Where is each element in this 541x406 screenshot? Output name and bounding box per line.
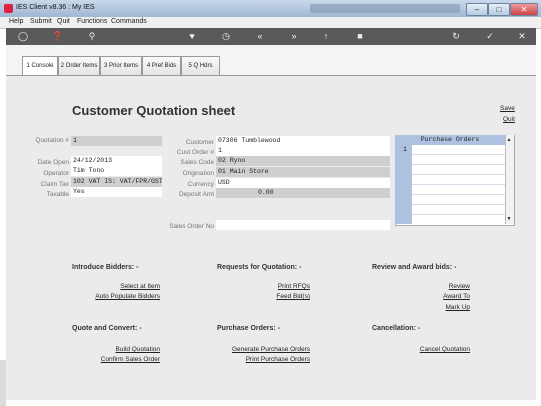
row-divider: [412, 174, 505, 175]
date-open-label: Date Open: [37, 159, 69, 166]
scroll-up-icon[interactable]: ▲: [505, 137, 513, 143]
section-review-award: Review and Award bids: -: [372, 264, 457, 271]
section-requests-for-quotation: Requests for Quotation: -: [217, 264, 302, 271]
claim-tax-label: Claim Tax: [40, 181, 69, 188]
date-open-field[interactable]: 24/12/2013: [71, 156, 162, 166]
row-divider: [412, 194, 505, 195]
list-scrollbar[interactable]: [505, 135, 514, 224]
cust-order-field[interactable]: 1: [216, 146, 390, 156]
help-icon[interactable]: ❓: [52, 31, 64, 42]
origination-label: Origination: [182, 170, 214, 177]
section-purchase-orders: Purchase Orders: -: [217, 325, 281, 332]
deposit-field[interactable]: 0.00: [216, 188, 390, 198]
menu-commands[interactable]: Commands: [111, 18, 147, 25]
sales-code-label: Sales Code: [180, 159, 214, 166]
taxable-field[interactable]: Yes: [71, 187, 162, 197]
tab-order-items[interactable]: 2 Order Items: [58, 56, 100, 76]
clock-icon[interactable]: ◷: [220, 31, 232, 42]
left-edge: [0, 360, 6, 406]
scroll-down-icon[interactable]: ▼: [505, 216, 513, 222]
list-gutter: [395, 145, 412, 224]
currency-field[interactable]: USD: [216, 178, 390, 188]
section-cancellation: Cancellation: -: [372, 325, 421, 332]
check-icon[interactable]: ✓: [484, 31, 496, 42]
stop-icon[interactable]: ■: [354, 31, 366, 42]
sales-order-label: Sales Order No: [169, 223, 214, 230]
app-icon: [4, 4, 13, 13]
menu-quit[interactable]: Quit: [57, 18, 70, 25]
deposit-label: Deposit Amt: [178, 191, 214, 198]
tab-q-hdrs[interactable]: 5 Q Hdrs: [181, 56, 220, 76]
origination-field[interactable]: 01 Main Store: [216, 167, 390, 177]
menu-functions[interactable]: Functions: [77, 18, 107, 25]
refresh-icon[interactable]: ↻: [450, 31, 462, 42]
row-divider: [412, 154, 505, 155]
print-rfqs-link[interactable]: Print RFQs: [210, 283, 310, 290]
auto-populate-bidders-link[interactable]: Auto Populate Bidders: [60, 293, 160, 300]
save-link[interactable]: Save: [500, 105, 515, 112]
title-extra: [310, 4, 460, 13]
maximize-button[interactable]: □: [488, 3, 510, 16]
purchase-orders-header: Purchase Orders: [395, 135, 505, 145]
operator-label: Operator: [43, 170, 69, 177]
fast-forward-icon[interactable]: »: [288, 31, 300, 42]
customer-label: Customer: [185, 139, 214, 146]
operator-field[interactable]: Tim Tono: [71, 166, 162, 176]
sales-order-field[interactable]: [216, 220, 390, 230]
cust-order-label: Cust Order #: [176, 149, 214, 156]
close-button[interactable]: ✕: [510, 3, 538, 16]
row-divider: [412, 204, 505, 205]
heart-icon[interactable]: ♥: [186, 31, 198, 42]
row-divider: [412, 164, 505, 165]
window-title: IES Client v8.36 : My IES: [16, 4, 95, 11]
rewind-icon[interactable]: «: [254, 31, 266, 42]
award-to-link[interactable]: Award To: [370, 293, 470, 300]
build-quotation-link[interactable]: Build Quotation: [60, 346, 160, 353]
quotation-field[interactable]: 1: [71, 136, 162, 146]
tab-console[interactable]: 1 Console: [22, 56, 58, 77]
currency-label: Currency: [187, 181, 214, 188]
quit-link[interactable]: Quit: [503, 116, 515, 123]
select-at-item-link[interactable]: Select at Item: [60, 283, 160, 290]
quotation-label: Quotation #: [35, 137, 69, 144]
list-item[interactable]: [412, 145, 505, 154]
tab-prior-items[interactable]: 3 Prior Items: [100, 56, 142, 76]
search-icon[interactable]: ⚲: [86, 31, 98, 42]
generate-purchase-orders-link[interactable]: Generate Purchase Orders: [200, 346, 310, 353]
taxable-label: Taxable: [46, 191, 69, 198]
up-icon[interactable]: ↑: [320, 31, 332, 42]
customer-field[interactable]: 07306 Tumblewood: [216, 136, 390, 146]
mark-up-link[interactable]: Mark Up: [370, 304, 470, 311]
close-icon[interactable]: ✕: [516, 31, 528, 42]
key-icon[interactable]: ◯—: [14, 31, 32, 52]
sales-code-field[interactable]: 02 Ryno: [216, 156, 390, 166]
print-purchase-orders-link[interactable]: Print Purchase Orders: [200, 356, 310, 363]
claim-tax-field[interactable]: 102 VAT IS: VAT/FPR/GST/C: [71, 177, 162, 187]
row-divider: [412, 184, 505, 185]
cancel-quotation-link[interactable]: Cancel Quotation: [370, 346, 470, 353]
review-link[interactable]: Review: [370, 283, 470, 290]
title-bar: IES Client v8.36 : My IES – □ ✕: [0, 0, 541, 18]
row-divider: [412, 214, 505, 215]
menu-submit[interactable]: Submit: [30, 18, 52, 25]
minimize-button[interactable]: –: [466, 3, 488, 16]
confirm-sales-order-link[interactable]: Confirm Sales Order: [60, 356, 160, 363]
feed-bids-link[interactable]: Feed Bid(s): [210, 293, 310, 300]
section-introduce-bidders: Introduce Bidders: -: [72, 264, 139, 271]
section-quote-convert: Quote and Convert: -: [72, 325, 142, 332]
tab-pref-bids[interactable]: 4 Pref Bids: [142, 56, 181, 76]
list-row-number: 1: [403, 146, 407, 153]
menu-help[interactable]: Help: [9, 18, 23, 25]
page-title: Customer Quotation sheet: [72, 103, 236, 118]
toolbar: ◯— ❓ ⚲ ♥ ◷ « » ↑ ■ ↻ ✓ ✕: [6, 28, 536, 52]
